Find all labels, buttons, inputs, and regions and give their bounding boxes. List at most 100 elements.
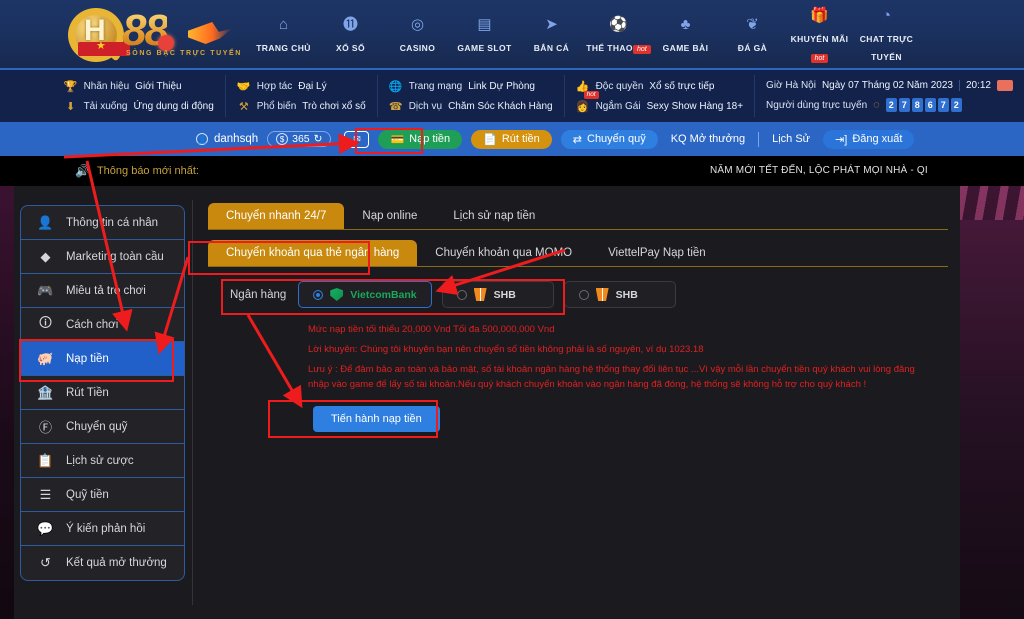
sidebar-item-9[interactable]: 💬 Ý kiến phản hồi: [21, 512, 184, 546]
sidebar-item-label: Kết quả mở thưởng: [66, 557, 167, 569]
bank-option-2[interactable]: SHB: [563, 281, 676, 308]
withdraw-button[interactable]: 📄 Rút tiền: [471, 129, 552, 149]
nav-item-label: CASINO: [399, 43, 436, 53]
account-sidebar: 👤 Thông tin cá nhân ◆ Marketing toàn cầu 🎮 Mi…: [20, 205, 185, 581]
sidebar-item-label: Marketing toàn cầu: [66, 250, 164, 263]
site-logo[interactable]: H 88 SÒNG BẠC TRỰC TUYẾN: [60, 2, 250, 66]
sidebar-item-4[interactable]: 🐖 Nạp tiền: [21, 342, 184, 376]
primary-tab-1[interactable]: Nạp online: [344, 203, 435, 229]
sidebar-item-0[interactable]: 👤 Thông tin cá nhân: [21, 206, 184, 240]
girl-icon: 👩: [575, 100, 590, 113]
sidebar-item-8[interactable]: ☰ Quỹ tiền: [21, 478, 184, 512]
speaker-icon: 🔊: [75, 164, 90, 178]
info-value: Giới Thiệu: [135, 80, 182, 92]
bank-option-1[interactable]: SHB: [441, 281, 554, 308]
soccer-ball-icon: ⚽: [609, 16, 628, 33]
bank-option-0[interactable]: VietcomBank: [298, 281, 432, 308]
balance-badge[interactable]: $ 365 ↻: [267, 131, 332, 147]
nav-item-label: KHUYẾN MÃI: [790, 34, 849, 44]
current-time: 20:12: [965, 80, 991, 91]
primary-tab-2[interactable]: Lịch sử nạp tiền: [435, 203, 553, 229]
sidebar-item-1[interactable]: ◆ Marketing toàn cầu: [21, 240, 184, 274]
transfer-icon: ⇄: [572, 133, 582, 146]
nav-item-label: TRANG CHỦ: [256, 43, 311, 53]
nav-item-7[interactable]: ❦ ĐÁ GÀ: [719, 14, 786, 56]
bank-radio[interactable]: [456, 289, 467, 300]
sidebar-item-label: Quỹ tiền: [66, 488, 109, 501]
refresh-icon[interactable]: ↻: [314, 133, 323, 145]
gift-icon: 🎁: [810, 7, 829, 24]
shb-logo: [595, 288, 609, 301]
clock-group: Giờ Hà Nội Ngày 07 Tháng 02 Năm 2023 20:…: [755, 75, 1024, 117]
history-list-icon: 📋: [37, 452, 54, 468]
deposit-button[interactable]: 💳 Nạp tiền: [378, 129, 463, 149]
submit-deposit-button[interactable]: Tiến hành nạp tiền: [313, 406, 440, 432]
soccer-ball-icon: [158, 35, 174, 51]
info-key: Phổ biến: [256, 100, 297, 112]
info-row[interactable]: ⚒ Phổ biến Trò chơi xổ số: [237, 100, 366, 113]
info-key: Nhãn hiệu: [83, 80, 130, 92]
history-link[interactable]: Lịch Sử: [768, 133, 814, 145]
notice-bar: 🔊 Thông báo mới nhất: NĂM MỚI TẾT ĐẾN, L…: [0, 156, 1024, 186]
online-digit: 2: [950, 98, 962, 112]
playing-cards-icon: ♣: [680, 16, 691, 33]
decorative-right-edge: [960, 186, 1024, 619]
secondary-tab-1[interactable]: Chuyển khoản qua MOMO: [417, 240, 590, 266]
nav-item-label: XỔ SỐ: [336, 43, 365, 53]
balance-amount: 365: [292, 133, 310, 145]
nav-items: ⌂ TRANG CHỦ ⓫ XỔ SỐ ◎ CASINO ▤ GAME SLOT ➤ BẮN CÁ…: [250, 0, 920, 70]
nav-item-label: THỂ THAO: [586, 43, 633, 53]
info-row[interactable]: 🌐 Trang mạng Link Dự Phòng: [389, 80, 553, 93]
support-icon: ☎: [388, 100, 403, 113]
sidebar-item-label: Nạp tiền: [66, 352, 109, 365]
info-row[interactable]: 🏆 Nhãn hiệu Giới Thiệu: [64, 80, 214, 93]
secondary-tab-2[interactable]: ViettelPay Nạp tiền: [590, 240, 724, 266]
info-row[interactable]: ⬇ Tải xuống Ứng dụng di động: [64, 100, 214, 113]
info-row[interactable]: 👍 Độc quyền Xổ số trực tiếp: [576, 80, 743, 93]
clock-rewind-icon: ↺: [40, 555, 51, 570]
nav-item-label: GAME SLOT: [457, 43, 512, 53]
bank-radio[interactable]: [313, 289, 324, 300]
sidebar-item-label: Thông tin cá nhân: [66, 216, 159, 229]
bank-radio[interactable]: [578, 289, 589, 300]
sidebar-item-10[interactable]: ↺ Kết quả mở thưởng: [21, 546, 184, 580]
info-key: Tải xuống: [83, 100, 128, 112]
online-digit: 8: [911, 98, 923, 112]
deposit-button-label: Nạp tiền: [409, 133, 451, 145]
transfer-button[interactable]: ⇄ Chuyển quỹ: [560, 129, 658, 149]
decorative-left-edge: [0, 186, 14, 619]
nav-item-3[interactable]: ▤ GAME SLOT: [451, 14, 518, 56]
sidebar-item-3[interactable]: 🛈 Cách chơi: [21, 308, 184, 342]
info-row[interactable]: 🤝 Hợp tác Đại Lý: [237, 80, 366, 93]
nav-item-4[interactable]: ➤ BẮN CÁ: [518, 14, 585, 56]
primary-tab-0[interactable]: Chuyển nhanh 24/7: [208, 203, 345, 229]
sidebar-item-6[interactable]: Ⓕ Chuyển quỹ: [21, 410, 184, 444]
sidebar-item-label: Miêu tả trò chơi: [66, 284, 146, 297]
nav-item-5[interactable]: ⚽ THỂ THAO hot: [585, 14, 652, 56]
info-key: Dịch vụ: [408, 100, 443, 112]
secondary-tab-0[interactable]: Chuyển khoản qua thẻ ngân hàng: [208, 240, 418, 266]
nav-item-0[interactable]: ⌂ TRANG CHỦ: [250, 14, 317, 56]
dollar-circle-icon: Ⓕ: [38, 420, 52, 435]
main-panel: Chuyển nhanh 24/7 Nạp online Lịch sử nạp t…: [208, 200, 948, 432]
online-users-label: Người dùng trực tuyến: [766, 99, 868, 111]
nav-item-9[interactable]: ◔ CHAT TRỰC TUYẾN: [853, 5, 920, 65]
lottery-ball-icon: ⓫: [342, 16, 358, 33]
nav-item-2[interactable]: ◎ CASINO: [384, 14, 451, 56]
mail-icon[interactable]: ✉: [344, 130, 370, 148]
handshake-icon: 🤝: [236, 80, 251, 93]
sidebar-item-7[interactable]: 📋 Lịch sử cược: [21, 444, 184, 478]
nav-item-1[interactable]: ⓫ XỔ SỐ: [317, 14, 384, 56]
info-row[interactable]: hot 👩 Ngắm Gái Sexy Show Hàng 18+: [575, 90, 743, 113]
note-limit: Mức nạp tiền tối thiểu 20,000 Vnd Tối đa…: [308, 324, 555, 335]
sidebar-item-2[interactable]: 🎮 Miêu tả trò chơi: [21, 274, 184, 308]
logout-button[interactable]: ⇥] Đăng xuất: [823, 129, 915, 149]
nav-item-8[interactable]: 🎁 KHUYẾN MÃI hot: [786, 5, 853, 65]
online-users-count: 278672: [885, 98, 962, 112]
results-link[interactable]: KQ Mở thưởng: [667, 133, 749, 145]
username-display: 👤 danhsqh: [196, 133, 258, 145]
nav-item-6[interactable]: ♣ GAME BÀI: [652, 14, 719, 56]
info-row[interactable]: ☎ Dịch vụ Chăm Sóc Khách Hàng: [389, 100, 553, 113]
content-area: 👤 Thông tin cá nhân ◆ Marketing toàn cầu 🎮 Mi…: [14, 186, 960, 619]
sidebar-item-5[interactable]: 🏦 Rút Tiền: [21, 376, 184, 410]
